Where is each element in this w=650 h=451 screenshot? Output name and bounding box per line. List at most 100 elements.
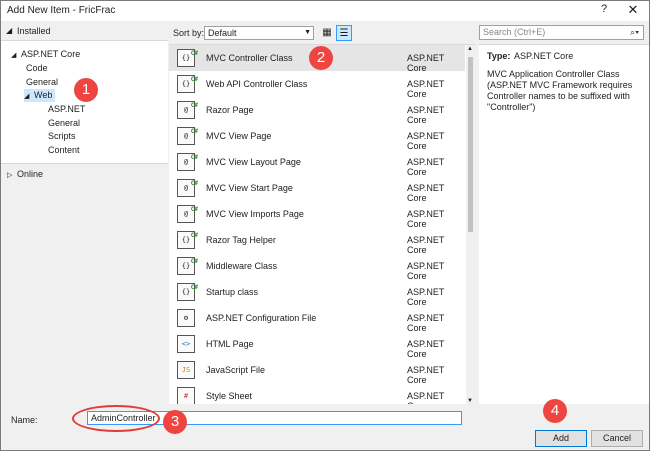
cancel-button[interactable]: Cancel bbox=[591, 430, 643, 447]
item-name: Startup class bbox=[206, 287, 259, 297]
item-category: ASP.NET Core bbox=[407, 365, 445, 385]
template-list: {} C# MVC Controller Class ASP.NET Core {… bbox=[169, 44, 475, 404]
config-icon: ⚙ bbox=[177, 309, 195, 327]
item-category: ASP.NET Core bbox=[407, 79, 445, 99]
item-category: ASP.NET Core bbox=[407, 209, 445, 229]
scroll-up-icon[interactable]: ▲ bbox=[467, 46, 473, 52]
tree-node-label: Content bbox=[48, 145, 80, 155]
expand-icon: ▷ bbox=[7, 172, 13, 179]
tree-node-general[interactable]: General bbox=[26, 76, 58, 89]
list-item[interactable]: @ C# MVC View Imports Page ASP.NET Core bbox=[169, 201, 465, 229]
search-placeholder: Search (Ctrl+E) bbox=[483, 27, 546, 37]
tree-node-web[interactable]: ◢ Web bbox=[24, 89, 56, 102]
search-input[interactable]: Search (Ctrl+E) ⌕▾ bbox=[479, 25, 644, 40]
add-button[interactable]: Add bbox=[535, 430, 587, 447]
list-view-icon[interactable]: ☰ bbox=[336, 25, 352, 41]
item-name: JavaScript File bbox=[206, 365, 266, 375]
list-item[interactable]: {} C# Startup class ASP.NET Core bbox=[169, 279, 465, 307]
list-item[interactable]: {} C# Razor Tag Helper ASP.NET Core bbox=[169, 227, 465, 255]
item-name: MVC View Layout Page bbox=[206, 157, 301, 167]
page-icon: @ C# bbox=[177, 127, 198, 145]
item-description: MVC Application Controller Class (ASP.NE… bbox=[487, 69, 633, 112]
item-category: ASP.NET Core bbox=[407, 313, 445, 333]
item-name: Razor Tag Helper bbox=[206, 235, 276, 245]
type-label: Type: bbox=[487, 51, 511, 61]
item-name: MVC View Start Page bbox=[206, 183, 293, 193]
scrollbar-thumb[interactable] bbox=[468, 57, 473, 232]
item-category: ASP.NET Core bbox=[407, 339, 445, 359]
item-name: MVC View Imports Page bbox=[206, 209, 304, 219]
item-category: ASP.NET Core bbox=[407, 157, 445, 177]
tree-node-scripts[interactable]: Scripts bbox=[48, 130, 76, 143]
tree-node-label: General bbox=[48, 118, 81, 128]
details-pane: Type: ASP.NET Core MVC Application Contr… bbox=[479, 44, 649, 404]
tree-node-label: Online bbox=[17, 169, 44, 179]
name-label: Name: bbox=[11, 415, 38, 425]
tree-node-label: Scripts bbox=[48, 131, 76, 141]
tree-node-web-general[interactable]: General bbox=[48, 117, 80, 130]
close-button[interactable]: ✕ bbox=[625, 2, 641, 20]
tree-node-aspnet[interactable]: ASP.NET bbox=[48, 103, 85, 116]
tree-node-label: Web bbox=[34, 90, 53, 100]
chevron-down-icon: ▼ bbox=[304, 29, 311, 36]
sort-by-label: Sort by: bbox=[173, 28, 205, 38]
help-button[interactable]: ? bbox=[597, 3, 611, 19]
item-name: HTML Page bbox=[206, 339, 254, 349]
item-name: Web API Controller Class bbox=[206, 79, 308, 89]
installed-label: Installed bbox=[17, 26, 51, 36]
tree-node-label: ASP.NET bbox=[48, 104, 86, 114]
list-item[interactable]: ⚙ ASP.NET Configuration File ASP.NET Cor… bbox=[169, 305, 465, 333]
item-name: MVC View Page bbox=[206, 131, 272, 141]
list-item[interactable]: @ C# Razor Page ASP.NET Core bbox=[169, 97, 465, 125]
annotation-callout-4: 4 bbox=[543, 399, 567, 423]
item-name: MVC Controller Class bbox=[206, 53, 293, 63]
tree-node-label: General bbox=[26, 77, 59, 87]
installed-header[interactable]: ◢ Installed bbox=[1, 21, 168, 41]
annotation-callout-2: 2 bbox=[309, 46, 333, 70]
list-item[interactable]: <> HTML Page ASP.NET Core bbox=[169, 331, 465, 359]
type-value: ASP.NET Core bbox=[514, 51, 574, 61]
controller-icon: {} C# bbox=[177, 75, 198, 93]
list-item[interactable]: @ C# MVC View Start Page ASP.NET Core bbox=[169, 175, 465, 203]
collapse-icon: ◢ bbox=[6, 26, 13, 35]
html-icon: <> bbox=[177, 335, 195, 353]
search-icon[interactable]: ⌕▾ bbox=[630, 26, 639, 39]
list-item[interactable]: # Style Sheet ASP.NET Core bbox=[169, 383, 465, 404]
page-icon: @ C# bbox=[177, 179, 198, 197]
item-category: ASP.NET Core bbox=[407, 235, 445, 255]
list-item[interactable]: JS JavaScript File ASP.NET Core bbox=[169, 357, 465, 385]
item-category: ASP.NET Core bbox=[407, 131, 445, 151]
controller-icon: {} C# bbox=[177, 49, 198, 67]
js-icon: JS bbox=[177, 361, 195, 379]
controller-icon: {} C# bbox=[177, 283, 198, 301]
item-category: ASP.NET Core bbox=[407, 391, 445, 404]
item-category: ASP.NET Core bbox=[407, 53, 445, 73]
add-new-item-dialog: Add New Item - FricFrac ? ✕ ◢ Installed … bbox=[0, 0, 650, 451]
sort-by-value: Default bbox=[208, 28, 237, 38]
item-name: Razor Page bbox=[206, 105, 254, 115]
tree-node-online[interactable]: ▷ Online bbox=[7, 168, 43, 181]
tree-node-code[interactable]: Code bbox=[26, 62, 48, 75]
list-item[interactable]: @ C# MVC View Page ASP.NET Core bbox=[169, 123, 465, 151]
list-item[interactable]: {} C# Web API Controller Class ASP.NET Co… bbox=[169, 71, 465, 99]
list-item[interactable]: @ C# MVC View Layout Page ASP.NET Core bbox=[169, 149, 465, 177]
controller-icon: {} C# bbox=[177, 231, 198, 249]
item-name: ASP.NET Configuration File bbox=[206, 313, 317, 323]
scroll-down-icon[interactable]: ▼ bbox=[467, 398, 473, 404]
item-category: ASP.NET Core bbox=[407, 183, 445, 203]
grid-view-icon[interactable]: ▦ bbox=[319, 25, 335, 41]
window-title: Add New Item - FricFrac bbox=[7, 5, 116, 16]
controller-icon: {} C# bbox=[177, 257, 198, 275]
list-scrollbar[interactable]: ▲ ▼ bbox=[466, 45, 475, 404]
tree-node-content[interactable]: Content bbox=[48, 144, 80, 157]
tree-node-aspnet-core[interactable]: ◢ ASP.NET Core bbox=[11, 48, 80, 61]
css-icon: # bbox=[177, 387, 195, 404]
sort-by-select[interactable]: Default ▼ bbox=[204, 26, 314, 40]
annotation-ring bbox=[72, 405, 160, 432]
online-section: ▷ Online bbox=[1, 163, 168, 404]
item-category: ASP.NET Core bbox=[407, 287, 445, 307]
list-item[interactable]: {} C# Middleware Class ASP.NET Core bbox=[169, 253, 465, 281]
page-icon: @ C# bbox=[177, 153, 198, 171]
page-icon: @ C# bbox=[177, 101, 198, 119]
page-icon: @ C# bbox=[177, 205, 198, 223]
